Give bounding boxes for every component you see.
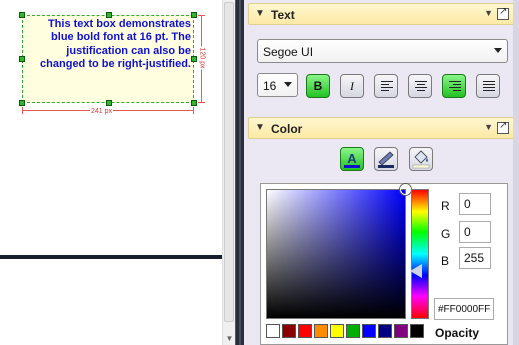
resize-handle-top[interactable] (106, 12, 112, 18)
resize-handle-right[interactable] (191, 56, 197, 62)
resize-handle-bottom[interactable] (106, 100, 112, 106)
color-picker: R G B Opacity (260, 183, 508, 345)
hue-slider-thumb[interactable] (410, 264, 422, 278)
align-center-button[interactable] (408, 74, 432, 98)
align-left-button[interactable] (374, 74, 398, 98)
resize-handle-top-left[interactable] (19, 12, 25, 18)
color-swatch-7[interactable] (378, 324, 392, 338)
design-canvas[interactable]: This text box demonstrates blue bold fon… (0, 0, 222, 345)
popout-icon[interactable] (497, 120, 509, 134)
blue-input[interactable] (459, 247, 491, 269)
text-color-icon: A (344, 151, 360, 168)
g-label: G (441, 227, 451, 241)
properties-panel: ▼ Text ▼ Segoe UI 16 B I ▼ C (244, 0, 519, 345)
collapse-triangle-icon[interactable]: ▼ (255, 8, 265, 19)
opacity-label: Opacity (435, 326, 480, 340)
fill-color-button[interactable] (409, 147, 433, 171)
scroll-down-arrow-icon[interactable]: ▼ (225, 334, 234, 343)
b-label: B (441, 254, 450, 268)
color-swatches (266, 324, 426, 340)
text-section-header[interactable]: ▼ Text ▼ (248, 3, 516, 25)
color-swatch-6[interactable] (362, 324, 376, 338)
collapse-triangle-icon[interactable]: ▼ (255, 122, 265, 133)
line-color-icon (378, 151, 394, 168)
color-swatch-5[interactable] (346, 324, 360, 338)
section-menu-icon[interactable]: ▼ (484, 122, 493, 132)
align-left-icon (381, 81, 393, 93)
color-section-header[interactable]: ▼ Color ▼ (248, 117, 516, 139)
canvas-divider-line (0, 255, 222, 259)
color-swatch-0[interactable] (266, 324, 280, 338)
font-family-value: Segoe UI (263, 45, 314, 59)
color-swatch-8[interactable] (394, 324, 408, 338)
r-label: R (441, 199, 450, 213)
text-box[interactable]: This text box demonstrates blue bold fon… (19, 12, 197, 106)
resize-handle-top-right[interactable] (191, 12, 197, 18)
justify-icon (483, 81, 495, 93)
justify-button[interactable] (476, 74, 500, 98)
resize-handle-bottom-right[interactable] (191, 100, 197, 106)
green-input[interactable] (459, 221, 491, 243)
red-input[interactable] (459, 193, 491, 215)
color-swatch-9[interactable] (410, 324, 424, 338)
text-color-button[interactable]: A (340, 147, 364, 171)
color-section-title: Color (271, 122, 303, 136)
align-right-icon (449, 81, 461, 93)
color-swatch-2[interactable] (298, 324, 312, 338)
chevron-down-icon (494, 48, 502, 53)
bold-button[interactable]: B (306, 74, 330, 98)
resize-handle-bottom-left[interactable] (19, 100, 25, 106)
font-size-value: 16 (263, 79, 277, 93)
font-size-select[interactable]: 16 (257, 73, 298, 97)
hue-slider[interactable] (411, 189, 429, 319)
chevron-down-icon (284, 82, 292, 87)
italic-button[interactable]: I (340, 74, 364, 98)
height-dimension-label: 120 px (197, 46, 206, 70)
align-right-button[interactable] (442, 74, 466, 98)
fill-color-icon (412, 150, 430, 169)
text-section-title: Text (271, 8, 295, 22)
align-center-icon (415, 81, 427, 93)
resize-handle-left[interactable] (19, 56, 25, 62)
section-menu-icon[interactable]: ▼ (484, 8, 493, 18)
width-dimension-label: 241 px (90, 108, 114, 116)
canvas-vertical-scrollbar[interactable]: ▼ (222, 0, 235, 345)
text-box-content[interactable]: This text box demonstrates blue bold fon… (25, 18, 191, 71)
color-swatch-4[interactable] (330, 324, 344, 338)
hex-color-input[interactable] (434, 298, 494, 320)
color-swatch-1[interactable] (282, 324, 296, 338)
svg-text:A: A (347, 151, 357, 166)
sv-picker-cursor[interactable] (400, 184, 411, 195)
saturation-value-square[interactable] (266, 184, 411, 319)
font-family-select[interactable]: Segoe UI (257, 39, 508, 63)
popout-icon[interactable] (497, 6, 509, 20)
color-swatch-3[interactable] (314, 324, 328, 338)
panel-splitter[interactable] (235, 0, 244, 345)
line-color-button[interactable] (374, 147, 398, 171)
panel-scrollbar[interactable] (513, 0, 519, 345)
scrollbar-thumb[interactable] (224, 2, 234, 322)
